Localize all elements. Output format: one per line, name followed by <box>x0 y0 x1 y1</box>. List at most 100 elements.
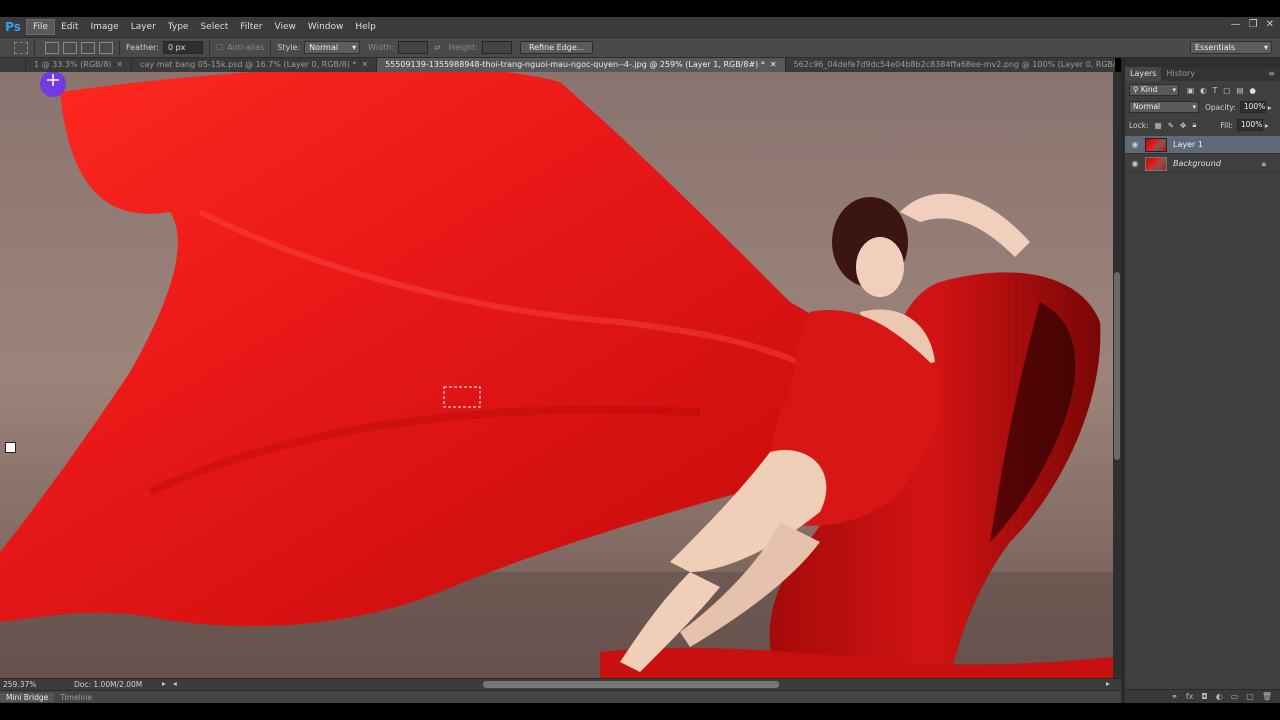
subtract-selection-icon[interactable] <box>81 41 95 54</box>
photo-canvas-image <box>0 72 1113 678</box>
antialias-checkbox-icon[interactable]: ☐ <box>216 43 223 52</box>
zoom-level[interactable]: 259.37% <box>3 680 36 689</box>
restore-icon[interactable]: ❐ <box>1249 19 1258 30</box>
visibility-eye-icon[interactable]: ◉ <box>1125 140 1145 149</box>
scroll-right-icon[interactable]: ▸ <box>1106 679 1110 688</box>
divider <box>208 40 210 55</box>
blend-mode-select[interactable]: Normal <box>1129 101 1199 113</box>
layer-name[interactable]: Layer 1 <box>1173 140 1203 149</box>
menu-help[interactable]: Help <box>349 20 382 34</box>
delete-layer-icon[interactable]: 🗑︎ <box>1262 692 1272 701</box>
close-icon[interactable]: ✕ <box>361 60 368 69</box>
width-input[interactable] <box>398 41 429 54</box>
layer-style-icon[interactable]: fx <box>1186 692 1194 701</box>
add-mask-icon[interactable]: ◘ <box>1201 692 1207 701</box>
panel-header <box>1125 58 1280 67</box>
vertical-scroll-thumb[interactable] <box>1114 272 1120 460</box>
opacity-input[interactable]: 100% <box>1239 101 1266 113</box>
feather-label: Feather: <box>126 43 159 52</box>
layer-name[interactable]: Background <box>1173 159 1221 168</box>
filter-adjustment-icon[interactable]: ◐ <box>1200 86 1207 95</box>
menu-edit[interactable]: Edit <box>55 20 84 34</box>
tab-layers[interactable]: Layers <box>1125 67 1162 81</box>
tab-label: cay mat bang 05-15k.psd @ 16.7% (Layer 0… <box>140 60 357 69</box>
adjustment-layer-icon[interactable]: ◐ <box>1216 692 1223 701</box>
lock-all-icon[interactable]: 🔒︎ <box>1192 120 1196 130</box>
layers-panel-footer: ⚭ fx ◘ ◐ ▭ ▢ 🗑︎ <box>1125 689 1280 703</box>
filter-toggle-icon[interactable]: ● <box>1249 86 1256 95</box>
kind-label: Kind <box>1140 85 1158 94</box>
document-tab[interactable]: 1 @ 33.3% (RGB/8) ✕ <box>26 58 133 72</box>
layer-row-layer-1[interactable]: ◉ Layer 1 <box>1125 136 1280 154</box>
status-menu-arrow-icon[interactable]: ▸ <box>162 679 166 688</box>
filter-type-icon[interactable]: T <box>1213 86 1218 95</box>
lock-pixels-icon[interactable]: ✎ <box>1168 121 1174 130</box>
refine-edge-button[interactable]: Refine Edge... <box>519 41 594 54</box>
minimize-icon[interactable]: — <box>1231 19 1241 30</box>
document-canvas[interactable] <box>0 72 1113 678</box>
close-icon[interactable]: ✕ <box>770 60 777 69</box>
opacity-arrow-icon[interactable]: ▸ <box>1268 103 1272 112</box>
lock-position-icon[interactable]: ✥ <box>1180 121 1186 130</box>
close-icon[interactable]: ✕ <box>116 60 123 69</box>
visibility-eye-icon[interactable]: ◉ <box>1125 159 1145 168</box>
menu-type[interactable]: Type <box>162 20 195 34</box>
menu-image[interactable]: Image <box>85 20 125 34</box>
menu-filter[interactable]: Filter <box>234 20 268 34</box>
new-layer-icon[interactable]: ▢ <box>1246 692 1254 701</box>
window-bottom-band <box>0 703 1280 720</box>
width-label: Width: <box>368 43 395 52</box>
filter-smart-object-icon[interactable]: ▤ <box>1236 86 1243 95</box>
menu-window[interactable]: Window <box>302 20 350 34</box>
menu-select[interactable]: Select <box>194 20 234 34</box>
photoshop-logo: Ps <box>5 20 21 34</box>
menu-bar: Ps File Edit Image Layer Type Select Fil… <box>0 17 1280 37</box>
filter-pixel-icon[interactable]: ▣ <box>1187 86 1194 95</box>
intersect-selection-icon[interactable] <box>99 41 113 54</box>
menu-view[interactable]: View <box>269 20 302 34</box>
style-label: Style: <box>277 43 301 52</box>
lock-label: Lock: <box>1129 120 1149 130</box>
layers-panel: Layers History ≡ ⚲ Kind ▣ ◐ T ▢ ▤ ● Norm… <box>1125 58 1280 703</box>
layer-row-background[interactable]: ◉ Background 🔒︎ <box>1125 155 1280 173</box>
link-layers-icon[interactable]: ⚭ <box>1171 692 1178 701</box>
lock-transparency-icon[interactable]: ▦ <box>1155 121 1162 130</box>
divider <box>119 40 120 55</box>
layer-thumbnail <box>1145 137 1167 152</box>
status-bar: 259.37% Doc: 1.00M/2.00M ▸ ◂ ▸ <box>0 678 1121 690</box>
document-tabs: 1 @ 33.3% (RGB/8) ✕ cay mat bang 05-15k.p… <box>26 58 1115 72</box>
menu-layer[interactable]: Layer <box>125 20 162 34</box>
tab-label: 1 @ 33.3% (RGB/8) <box>34 60 112 69</box>
style-select[interactable]: Normal <box>304 41 361 54</box>
tab-mini-bridge[interactable]: Mini Bridge <box>0 692 55 702</box>
document-tab[interactable]: cay mat bang 05-15k.psd @ 16.7% (Layer 0… <box>132 58 378 72</box>
filter-shape-icon[interactable]: ▢ <box>1223 86 1230 95</box>
divider <box>34 40 35 55</box>
document-tab[interactable]: 562c96_04defe7d9dc54e04b8b2c8384ffa68ee-… <box>786 58 1115 72</box>
filter-kind-select[interactable]: ⚲ Kind <box>1129 84 1179 96</box>
vertical-scrollbar[interactable] <box>1113 72 1121 678</box>
add-selection-icon[interactable] <box>63 41 77 54</box>
tab-timeline[interactable]: Timeline <box>54 693 98 702</box>
panel-menu-icon[interactable]: ≡ <box>1263 67 1280 81</box>
menu-file[interactable]: File <box>26 19 56 35</box>
horizontal-scroll-thumb[interactable] <box>483 681 779 688</box>
fill-input[interactable]: 100% <box>1236 119 1263 131</box>
foreground-color-swatch[interactable] <box>5 442 16 453</box>
options-bar: Feather: 0 px ☐ Anti-alias Style: Normal… <box>0 37 1280 58</box>
document-tab-active[interactable]: 55509139-1355988948-thoi-trang-nguoi-mau… <box>377 58 786 72</box>
feather-input[interactable]: 0 px <box>162 41 203 54</box>
search-icon: ⚲ <box>1133 85 1139 94</box>
fill-arrow-icon[interactable]: ▸ <box>1265 121 1269 130</box>
new-group-icon[interactable]: ▭ <box>1231 692 1239 701</box>
rect-marquee-preset-icon[interactable] <box>14 41 28 54</box>
layer-thumbnail <box>1145 156 1167 171</box>
close-icon[interactable]: ✕ <box>1266 19 1274 30</box>
scroll-left-icon[interactable]: ◂ <box>173 679 177 688</box>
fill-label: Fill: <box>1220 120 1233 130</box>
workspace-select[interactable]: Essentials <box>1190 41 1272 54</box>
new-selection-icon[interactable] <box>45 41 59 54</box>
height-input[interactable] <box>481 41 512 54</box>
swap-icon[interactable]: ⇄ <box>434 43 441 52</box>
tab-history[interactable]: History <box>1161 67 1199 81</box>
